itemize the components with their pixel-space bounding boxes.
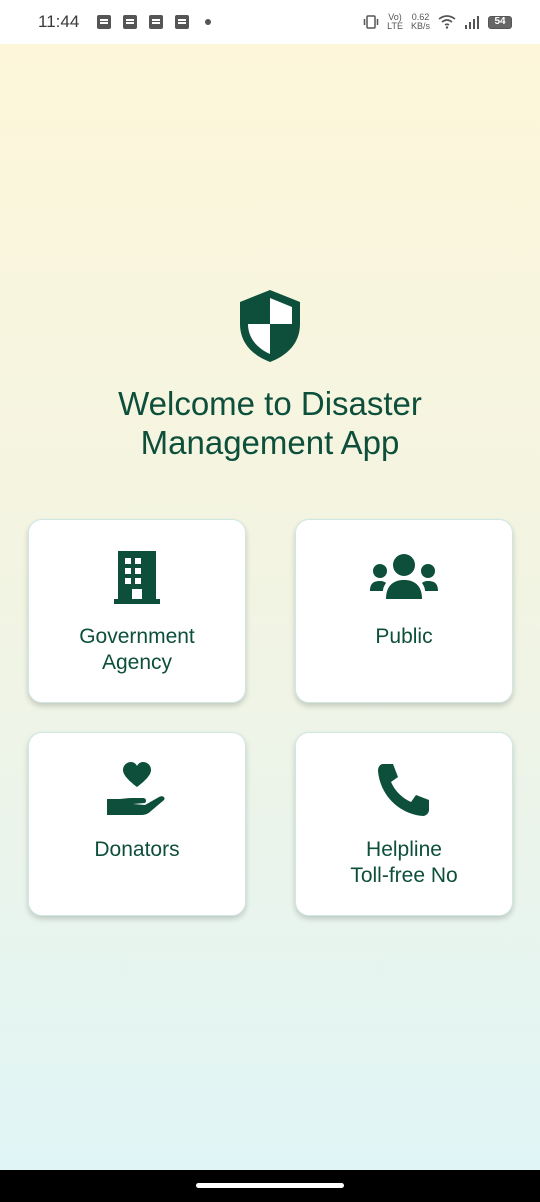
status-icons: Vo) LTE 0.62 KB/s 54 [363, 13, 512, 31]
lte-label: LTE [387, 21, 403, 31]
card-label: Helpline Toll-free No [350, 838, 458, 887]
vibrate-icon [363, 15, 379, 29]
notification-icon [123, 15, 138, 29]
card-label: Government Agency [79, 625, 195, 674]
phone-icon [378, 764, 429, 816]
status-bar: 11:44 Vo) LTE 0.62 KB/s 54 [0, 0, 540, 44]
people-group-icon [370, 554, 438, 599]
wifi-icon [438, 15, 456, 29]
government-agency-card[interactable]: Government Agency [28, 519, 246, 703]
public-card[interactable]: Public [295, 519, 513, 703]
card-label: Donators [94, 838, 180, 861]
welcome-title-line1: Welcome to Disaster [118, 385, 422, 422]
shield-icon [240, 290, 300, 362]
network-speed-unit: KB/s [410, 21, 430, 31]
status-time: 11:44 [38, 12, 80, 31]
notification-icon [97, 15, 112, 29]
network-speed: 0.62 KB/s [411, 13, 430, 31]
more-notifications-dot-icon [205, 19, 212, 25]
main-screen: Welcome to Disaster Management App Gover… [0, 44, 540, 1170]
volte-indicator: Vo) LTE [387, 13, 403, 31]
navigation-bar [0, 1170, 540, 1202]
home-indicator[interactable] [196, 1183, 344, 1188]
battery-icon: 54 [488, 15, 512, 29]
welcome-title-line2: Management App [140, 424, 400, 461]
welcome-title: Welcome to Disaster Management App [0, 384, 540, 462]
notification-icon [175, 15, 190, 29]
signal-icon [465, 16, 479, 29]
helpline-card[interactable]: Helpline Toll-free No [295, 732, 513, 916]
building-icon [114, 551, 160, 604]
donators-card[interactable]: Donators [28, 732, 246, 916]
hand-heart-icon [107, 762, 165, 815]
notification-icon [149, 15, 164, 29]
card-label: Public [375, 625, 433, 648]
